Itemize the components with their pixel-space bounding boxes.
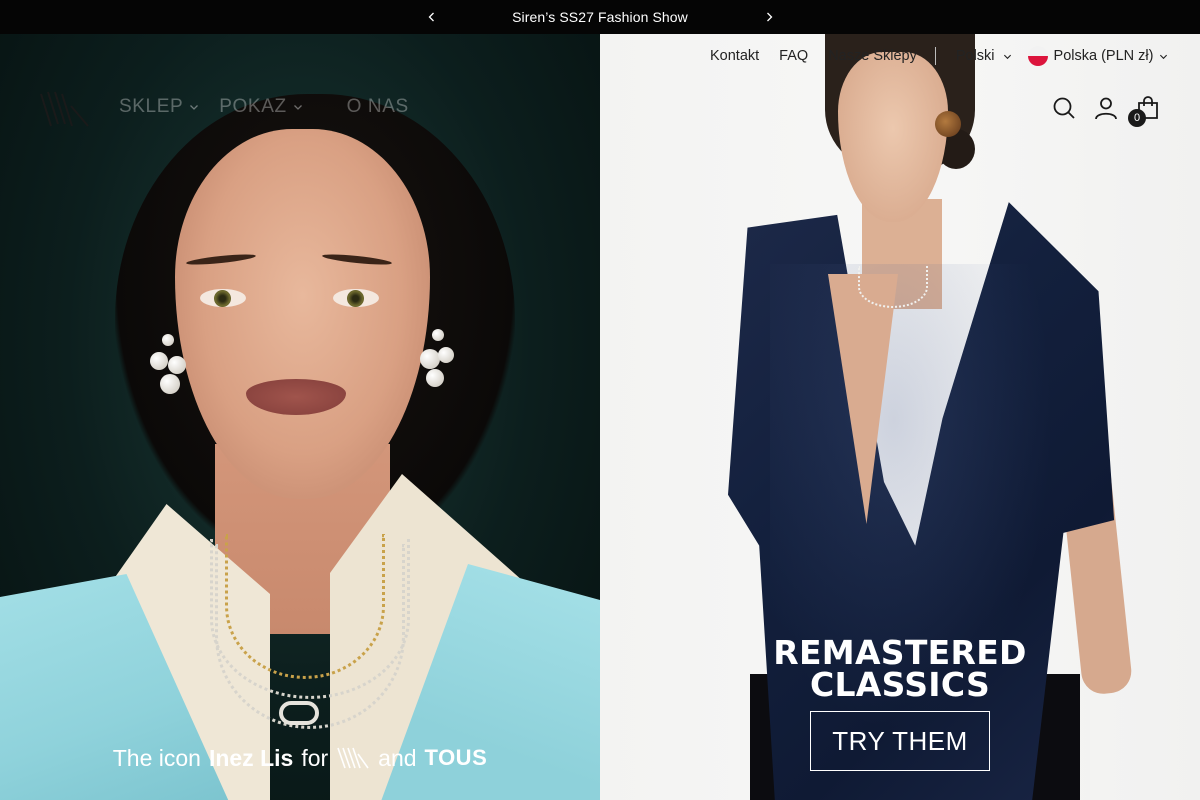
country-label: Polska (PLN zł): [1053, 48, 1154, 64]
hero: The icon Inez Lis for and TOUS REMASTERE…: [0, 34, 1200, 800]
caption-prefix: The icon: [112, 744, 201, 771]
divider: [934, 47, 936, 65]
search-icon[interactable]: [1052, 96, 1076, 120]
nav-item-label: O NAS: [346, 96, 409, 117]
chevron-right-icon[interactable]: [752, 0, 786, 34]
faq-link[interactable]: FAQ: [779, 48, 808, 64]
cart-count-badge: 0: [1128, 109, 1146, 127]
header-icons: 0: [1052, 96, 1160, 127]
stores-link[interactable]: Nasze Sklepy: [828, 48, 917, 64]
nav-item-sklep[interactable]: SKLEP: [119, 96, 199, 118]
hero-right-panel[interactable]: REMASTERED CLASSICS TRY THEM: [600, 34, 1200, 800]
model-eye: [200, 289, 246, 307]
chevron-down-icon: [293, 105, 302, 110]
chevron-down-icon: [1003, 54, 1011, 59]
announcement-bar: Siren’s SS27 Fashion Show: [0, 0, 1200, 34]
account-icon[interactable]: [1094, 96, 1118, 120]
site-header: SKLEP POKAZ O NAS Kontakt FAQ Nasze Skle…: [0, 34, 1200, 144]
chevron-down-icon: [190, 105, 199, 110]
kontakt-link[interactable]: Kontakt: [710, 48, 759, 64]
language-selector[interactable]: Polski: [956, 48, 1012, 64]
utility-nav: Kontakt FAQ Nasze Sklepy Polski Polska (…: [710, 46, 1168, 66]
caption-name: Inez Lis: [208, 744, 294, 771]
brand-logo-icon: [336, 744, 370, 772]
cart-icon[interactable]: 0: [1128, 96, 1160, 127]
necklace: [858, 266, 928, 308]
caption-partner: TOUS: [424, 745, 488, 770]
poland-flag-icon: [1027, 46, 1048, 66]
language-label: Polski: [955, 48, 995, 64]
chevron-left-icon[interactable]: [415, 0, 449, 34]
nav-item-label: POKAZ: [219, 96, 287, 117]
hero-left-panel[interactable]: The icon Inez Lis for and TOUS: [0, 34, 600, 800]
pearl-earring: [418, 329, 456, 393]
country-selector[interactable]: Polska (PLN zł): [1027, 46, 1169, 66]
hero-headline-line2: CLASSICS: [809, 665, 991, 704]
chevron-down-icon: [1160, 54, 1168, 59]
caption-and: and: [378, 744, 417, 771]
right-hero-caption: REMASTERED CLASSICS TRY THEM: [600, 636, 1200, 771]
announcement-text[interactable]: Siren’s SS27 Fashion Show: [512, 9, 688, 25]
nav-item-o-nas[interactable]: O NAS: [347, 96, 409, 118]
chain-pendant: [279, 701, 319, 725]
left-hero-caption[interactable]: The icon Inez Lis for and TOUS: [0, 744, 600, 772]
caption-for: for: [301, 744, 329, 771]
hero-headline: REMASTERED CLASSICS: [600, 636, 1200, 704]
main-nav: SKLEP POKAZ O NAS: [119, 96, 409, 118]
pearl-earring: [150, 334, 188, 398]
try-them-button[interactable]: TRY THEM: [810, 711, 990, 771]
nav-item-pokaz[interactable]: POKAZ: [219, 96, 302, 118]
nav-item-label: SKLEP: [119, 96, 184, 117]
model-eye: [333, 289, 379, 307]
brand-logo[interactable]: [38, 86, 92, 132]
